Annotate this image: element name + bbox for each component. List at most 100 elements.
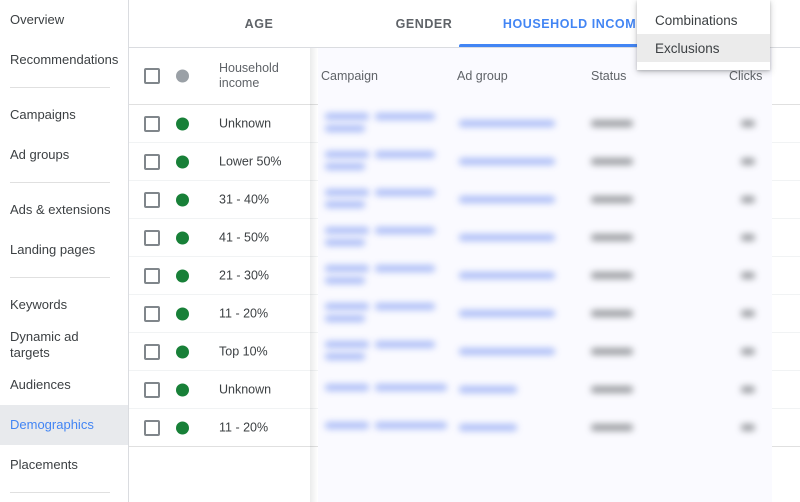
sidebar-divider (10, 492, 110, 493)
redacted-campaign-text (375, 113, 435, 120)
cell-household-income: 31 - 40% (219, 192, 270, 206)
status-dot-icon (176, 421, 189, 434)
sidebar-item-label: Audiences (10, 377, 71, 392)
sidebar-item-demographics[interactable]: Demographics (0, 405, 128, 445)
sidebar-item-ads-extensions[interactable]: Ads & extensions (0, 190, 128, 230)
redacted-clicks-value (741, 386, 755, 393)
redacted-campaign-text (375, 227, 435, 234)
sidebar-item-audiences[interactable]: Audiences (0, 365, 128, 405)
sidebar-item-label: Campaigns (10, 107, 76, 122)
redacted-ad-group-text (459, 348, 555, 355)
row-select-checkbox[interactable] (144, 153, 160, 170)
cell-household-income: 21 - 30% (219, 268, 270, 282)
redacted-clicks-value (741, 120, 755, 127)
redacted-clicks-value (741, 234, 755, 241)
redacted-status-text (591, 424, 633, 431)
menu-item-combinations[interactable]: Combinations (637, 6, 770, 34)
table-row[interactable]: Unknown (129, 371, 800, 409)
sidebar-item-ad-groups[interactable]: Ad groups (0, 135, 128, 175)
sidebar-item-label: Landing pages (10, 242, 96, 257)
redacted-ad-group-text (459, 120, 555, 127)
sidebar-item-label: Dynamic ad targets (10, 329, 79, 360)
sidebar-item-landing-pages[interactable]: Landing pages (0, 230, 128, 270)
demographics-table: Household income Campaign Ad group Statu… (129, 48, 800, 502)
sidebar-divider (10, 87, 110, 88)
sidebar-item-overview[interactable]: Overview (0, 0, 128, 40)
row-select-checkbox[interactable] (144, 229, 160, 246)
redacted-campaign-text (375, 151, 435, 158)
menu-item-label: Exclusions (655, 40, 720, 56)
sidebar-item-keywords[interactable]: Keywords (0, 285, 128, 325)
row-select-checkbox[interactable] (144, 381, 160, 398)
redacted-status-text (591, 272, 633, 279)
sidebar-item-placements[interactable]: Placements (0, 445, 128, 485)
column-header-household-income[interactable]: Household income (219, 61, 279, 91)
redacted-status-text (591, 310, 633, 317)
redacted-clicks-value (741, 158, 755, 165)
status-dot-icon (176, 231, 189, 244)
redacted-campaign-text (375, 303, 435, 310)
redacted-clicks-value (741, 348, 755, 355)
redacted-ad-group-text (459, 424, 517, 431)
sidebar-item-campaigns[interactable]: Campaigns (0, 95, 128, 135)
redacted-status-text (591, 120, 633, 127)
menu-item-exclusions[interactable]: Exclusions (637, 34, 770, 62)
table-row[interactable]: 11 - 20% (129, 295, 800, 333)
sidebar-item-dynamic-ad-targets[interactable]: Dynamic ad targets (0, 325, 128, 365)
tab-overflow-menu[interactable]: Combinations Exclusions (637, 0, 770, 70)
row-select-checkbox[interactable] (144, 267, 160, 284)
redacted-clicks-value (741, 424, 755, 431)
main-content: AGE GENDER HOUSEHOLD INCOME Combinations Ex… (129, 0, 800, 502)
cell-household-income: Unknown (219, 382, 272, 396)
status-dot-icon (176, 117, 189, 130)
table-row[interactable]: 21 - 30% (129, 257, 800, 295)
table-row[interactable]: Unknown (129, 105, 800, 143)
row-select-checkbox[interactable] (144, 115, 160, 132)
select-all-checkbox[interactable] (144, 68, 160, 84)
tab-label: HOUSEHOLD INCOME (502, 16, 646, 31)
column-header-campaign[interactable]: Campaign (321, 69, 378, 83)
table-body: Unknown Lower 50% 31 - 40% 41 - 50% 21 - 30%… (129, 105, 800, 447)
status-dot-icon (176, 155, 189, 168)
table-row[interactable]: 11 - 20% (129, 409, 800, 447)
redacted-campaign-text (375, 422, 447, 429)
table-row[interactable]: Top 10% (129, 333, 800, 371)
column-header-status[interactable]: Status (591, 69, 626, 83)
redacted-ad-group-text (459, 158, 555, 165)
redacted-status-text (591, 348, 633, 355)
tab-label: AGE (244, 16, 274, 31)
cell-household-income: Top 10% (219, 344, 268, 358)
redacted-status-text (591, 196, 633, 203)
redacted-clicks-value (741, 310, 755, 317)
status-dot-icon (176, 269, 189, 282)
row-select-checkbox[interactable] (144, 419, 160, 436)
redacted-campaign-text (325, 384, 369, 391)
redacted-campaign-text (325, 163, 365, 170)
status-dot-icon (176, 193, 189, 206)
column-header-ad-group[interactable]: Ad group (457, 69, 508, 83)
cell-household-income: Lower 50% (219, 154, 282, 168)
table-row[interactable]: 41 - 50% (129, 219, 800, 257)
sidebar-item-label: Placements (10, 457, 78, 472)
sidebar-item-label: Overview (10, 12, 65, 27)
sidebar-item-label: Demographics (10, 417, 94, 432)
cell-household-income: Unknown (219, 116, 272, 130)
sidebar-item-recommendations[interactable]: Recommendations (0, 40, 128, 80)
redacted-campaign-text (325, 341, 369, 348)
redacted-status-text (591, 386, 633, 393)
redacted-campaign-text (325, 315, 365, 322)
table-row[interactable]: Lower 50% (129, 143, 800, 181)
redacted-campaign-text (325, 113, 369, 120)
sidebar-item-label: Recommendations (10, 52, 119, 67)
table-row[interactable]: 31 - 40% (129, 181, 800, 219)
row-select-checkbox[interactable] (144, 343, 160, 360)
redacted-clicks-value (741, 272, 755, 279)
column-header-clicks[interactable]: Clicks (729, 69, 762, 83)
menu-item-label: Combinations (655, 12, 738, 28)
sidebar-divider (10, 277, 110, 278)
row-select-checkbox[interactable] (144, 305, 160, 322)
redacted-campaign-text (325, 151, 369, 158)
sidebar-item-label: Keywords (10, 297, 68, 312)
row-select-checkbox[interactable] (144, 191, 160, 208)
cell-household-income: 11 - 20% (219, 306, 269, 320)
